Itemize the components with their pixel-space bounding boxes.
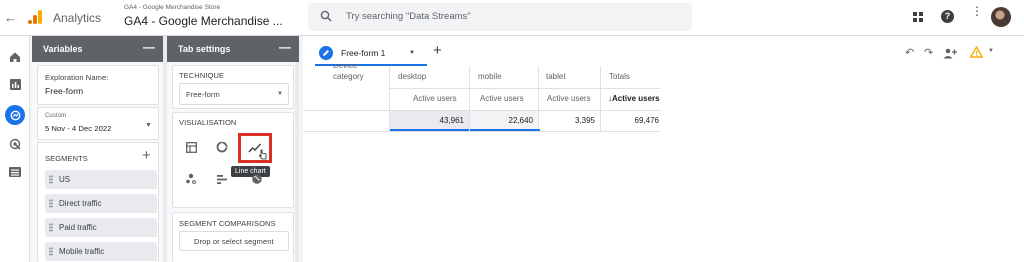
segment-label: Paid traffic (59, 223, 97, 232)
segment-comparisons-card: SEGMENT COMPARISONS Drop or select segme… (172, 212, 294, 262)
more-vert-icon[interactable]: ⋮ (971, 5, 983, 17)
undo-icon[interactable]: ↶ (905, 46, 914, 59)
column-header[interactable]: tablet (546, 72, 566, 81)
metric-header[interactable]: Active users (413, 94, 457, 103)
search-input[interactable]: Try searching "Data Streams" (346, 11, 471, 22)
segment-chip[interactable]: Direct traffic (45, 194, 157, 213)
row-divider (303, 131, 661, 132)
apps-grid-icon[interactable] (913, 12, 923, 22)
row-dimension-header-partial: Device (333, 64, 358, 69)
metric-header[interactable]: Active users (547, 94, 591, 103)
tab-settings-title: Tab settings (178, 44, 231, 54)
date-dropdown-icon[interactable]: ▼ (145, 122, 152, 129)
segments-card: SEGMENTS + US Direct traffic Paid traffi… (37, 142, 159, 262)
drop-segment-text: Drop or select segment (194, 237, 274, 246)
property-subtitle: GA4 - Google Merchandise Store (124, 4, 221, 11)
scatter-viz-icon[interactable] (182, 170, 200, 188)
home-icon[interactable] (7, 49, 23, 65)
warning-dropdown-icon[interactable]: ▼ (988, 48, 994, 54)
drag-handle-icon[interactable] (49, 199, 53, 208)
add-segment-icon[interactable]: + (142, 147, 151, 164)
technique-dropdown-icon: ▼ (277, 91, 283, 97)
tab-settings-header: Tab settings — (167, 36, 299, 62)
back-arrow-icon[interactable]: ← (4, 10, 17, 25)
line-chart-viz-button[interactable] (238, 133, 272, 163)
search-icon (320, 9, 332, 27)
advertising-icon[interactable] (7, 136, 23, 152)
technique-value: Free-form (186, 90, 220, 99)
segment-label: Direct traffic (59, 199, 102, 208)
tab-settings-scrollbar[interactable] (295, 62, 299, 262)
table-viz-icon[interactable] (182, 138, 200, 156)
visualisation-card: VISUALISATION Line chart (172, 112, 294, 208)
variables-panel: Variables — Exploration Name: Free-form … (32, 36, 163, 262)
geo-viz-icon[interactable] (248, 170, 266, 188)
segment-label: Mobile traffic (59, 247, 105, 256)
segment-chip[interactable]: Paid traffic (45, 218, 157, 237)
technique-label: TECHNIQUE (179, 71, 225, 80)
technique-select[interactable]: Free-form ▼ (179, 83, 289, 105)
edit-pencil-icon (319, 46, 333, 60)
exploration-name-card[interactable]: Exploration Name: Free-form (37, 65, 159, 105)
date-range-card[interactable]: Custom 5 Nov - 4 Dec 2022 ▼ (37, 107, 159, 140)
minimize-variables-icon[interactable]: — (143, 40, 155, 54)
bar-viz-icon[interactable] (213, 170, 231, 188)
tab-settings-panel: Tab settings — TECHNIQUE Free-form ▼ VIS… (167, 36, 299, 262)
drag-handle-icon[interactable] (49, 247, 53, 256)
segment-label: US (59, 175, 71, 184)
value-cell[interactable]: 69,476 (601, 116, 659, 125)
help-icon[interactable]: ? (941, 10, 954, 23)
segments-label: SEGMENTS (45, 154, 88, 163)
drop-segment-target[interactable]: Drop or select segment (179, 231, 289, 251)
redo-icon[interactable]: ↷ (924, 46, 933, 59)
technique-card: TECHNIQUE Free-form ▼ (172, 65, 294, 109)
metric-header[interactable]: Active users (480, 94, 524, 103)
row-dimension-header: category (333, 72, 364, 81)
metric-header-sorted[interactable]: ↓Active users (608, 94, 660, 103)
date-custom-label: Custom (45, 113, 67, 119)
tab-label: Free-form 1 (341, 48, 386, 58)
tab-free-form-1[interactable]: Free-form 1 ▼ (315, 44, 427, 66)
value-cell[interactable]: 3,395 (539, 116, 595, 125)
property-selector[interactable]: GA4 - Google Merchandise ... (124, 14, 283, 28)
left-nav (0, 36, 30, 262)
exploration-name-value[interactable]: Free-form (45, 86, 83, 96)
share-user-icon[interactable] (943, 46, 957, 64)
variables-header: Variables — (32, 36, 163, 62)
warning-icon[interactable] (969, 45, 984, 63)
pointer-cursor-icon (259, 149, 267, 160)
top-bar: ← Analytics GA4 - Google Merchandise Sto… (0, 0, 1024, 36)
variables-title: Variables (43, 44, 83, 54)
explore-icon[interactable] (5, 105, 25, 125)
date-range-value[interactable]: 5 Nov - 4 Dec 2022 (45, 124, 111, 133)
add-tab-button[interactable]: + (433, 42, 442, 59)
column-header[interactable]: desktop (398, 72, 426, 81)
app-name: Analytics (53, 11, 102, 25)
exploration-name-label: Exploration Name: (45, 73, 109, 82)
segment-chip[interactable]: Mobile traffic (45, 242, 157, 261)
segment-comparisons-label: SEGMENT COMPARISONS (179, 219, 276, 228)
analytics-logo (27, 9, 43, 25)
avatar[interactable] (991, 7, 1011, 27)
value-cell[interactable]: 22,640 (470, 116, 533, 125)
tab-dropdown-icon[interactable]: ▼ (409, 50, 415, 56)
exploration-canvas: Free-form 1 ▼ + ↶ ↷ ▼ Device category de… (303, 36, 1024, 262)
minimize-tab-settings-icon[interactable]: — (279, 40, 291, 54)
search-bar[interactable]: Try searching "Data Streams" (308, 3, 692, 31)
value-cell[interactable]: 43,961 (390, 116, 464, 125)
drag-handle-icon[interactable] (49, 223, 53, 232)
segment-chip[interactable]: US (45, 170, 157, 189)
drag-handle-icon[interactable] (49, 175, 53, 184)
header-divider (389, 88, 661, 89)
donut-viz-icon[interactable] (213, 138, 231, 156)
column-header[interactable]: mobile (478, 72, 502, 81)
reports-icon[interactable] (7, 76, 23, 92)
column-header[interactable]: Totals (609, 72, 630, 81)
visualisation-label: VISUALISATION (179, 118, 237, 127)
configure-icon[interactable] (7, 164, 23, 180)
